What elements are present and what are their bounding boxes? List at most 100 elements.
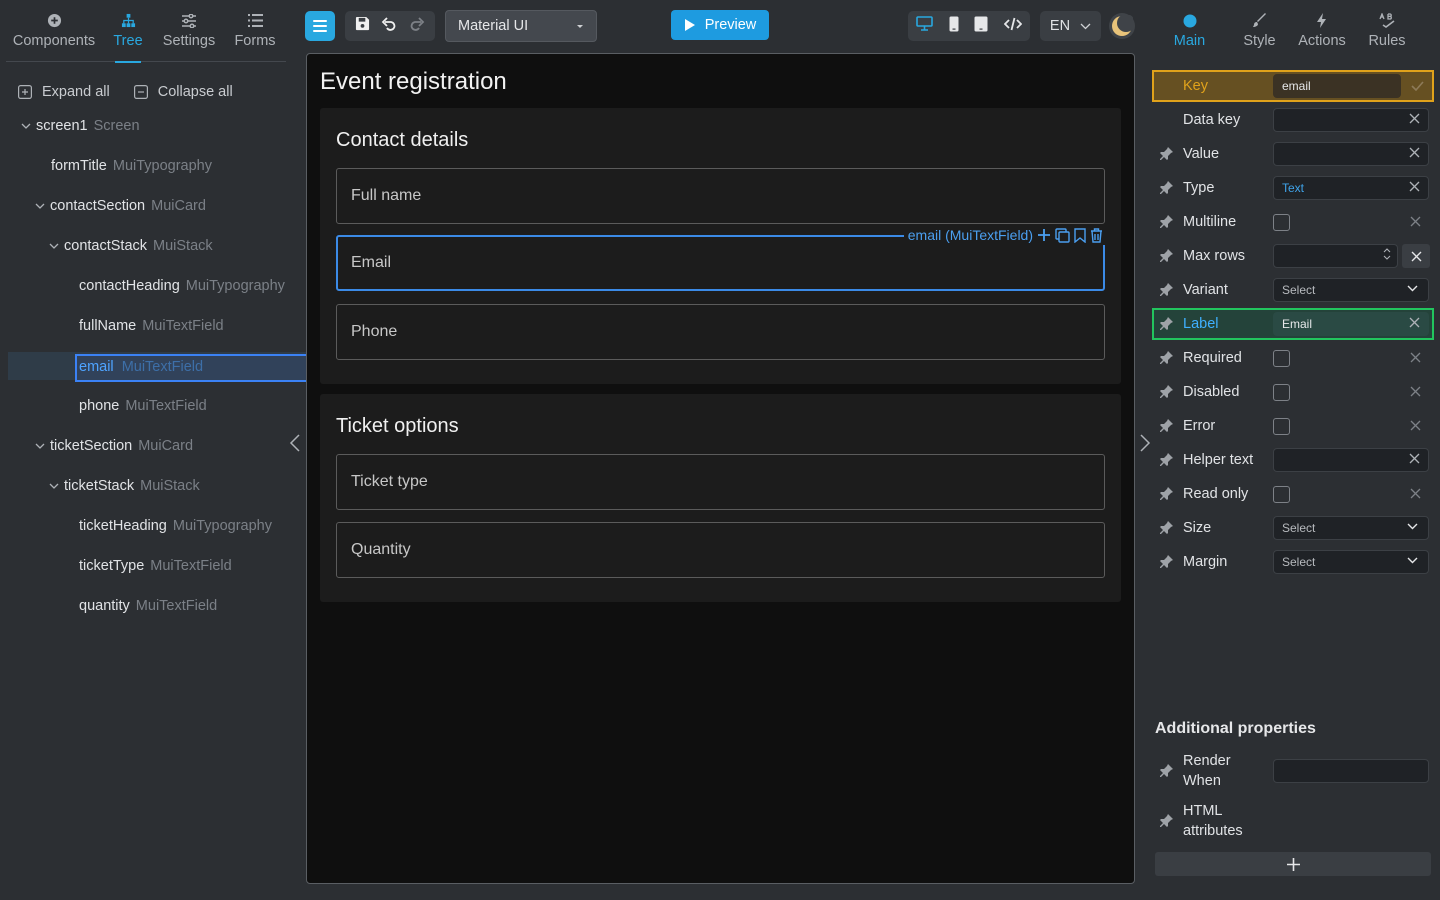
quantity-field[interactable]: Quantity: [336, 522, 1105, 578]
pin-icon[interactable]: [1160, 764, 1173, 777]
pin-icon[interactable]: [1160, 181, 1173, 194]
collapse-right-panel-button[interactable]: [1139, 434, 1151, 457]
max-rows-stepper[interactable]: [1273, 244, 1398, 268]
bookmark-icon[interactable]: [1074, 227, 1086, 243]
tree-item-fullName[interactable]: fullName MuiTextField: [0, 312, 306, 340]
pin-icon[interactable]: [1160, 487, 1173, 500]
tab-style[interactable]: Style: [1232, 0, 1287, 56]
margin-select[interactable]: Select: [1273, 550, 1429, 574]
chevron-down-icon[interactable]: [34, 203, 46, 209]
clear-icon[interactable]: [1410, 386, 1421, 397]
tree-item-ticketStack[interactable]: ticketStack MuiStack: [0, 472, 306, 500]
tree-item-ticketType[interactable]: ticketType MuiTextField: [0, 552, 306, 580]
chevron-down-icon[interactable]: [20, 123, 32, 129]
tree-item-screen1[interactable]: screen1 Screen: [0, 112, 306, 140]
tree-item-contactStack[interactable]: contactStack MuiStack: [0, 232, 306, 260]
pin-icon[interactable]: [1160, 419, 1173, 432]
tab-forms[interactable]: Forms: [224, 0, 286, 62]
tab-tree[interactable]: Tree: [102, 0, 154, 62]
clear-icon[interactable]: [1410, 488, 1421, 499]
expand-all-button[interactable]: Expand all: [18, 84, 110, 100]
render-when-input[interactable]: [1273, 759, 1429, 783]
clear-icon[interactable]: [1410, 352, 1421, 363]
tree-item-contactHeading[interactable]: contactHeading MuiTypography: [0, 272, 306, 300]
pin-icon[interactable]: [1160, 555, 1173, 568]
desktop-view-button[interactable]: [916, 16, 933, 36]
chevron-down-icon[interactable]: [34, 443, 46, 449]
save-button[interactable]: [355, 16, 370, 36]
confirm-key-button[interactable]: [1402, 74, 1432, 98]
read-only-checkbox[interactable]: [1273, 486, 1290, 503]
pin-icon[interactable]: [1160, 814, 1173, 827]
error-checkbox[interactable]: [1273, 418, 1290, 435]
pin-icon[interactable]: [1160, 317, 1173, 330]
size-select[interactable]: Select: [1273, 516, 1429, 540]
pin-icon[interactable]: [1160, 249, 1173, 262]
tree-item-ticketHeading[interactable]: ticketHeading MuiTypography: [0, 512, 306, 540]
pin-icon[interactable]: [1160, 283, 1173, 296]
pin-icon[interactable]: [1160, 521, 1173, 534]
ticket-section-card[interactable]: Ticket options Ticket type Quantity: [320, 394, 1121, 602]
full-name-field[interactable]: Full name: [336, 168, 1105, 224]
collapse-left-panel-button[interactable]: [289, 434, 301, 457]
add-html-attribute-button[interactable]: [1155, 852, 1431, 876]
tablet-view-button[interactable]: [974, 16, 988, 37]
design-canvas[interactable]: Event registration Contact details Full …: [306, 53, 1135, 884]
tab-rules[interactable]: Rules: [1357, 0, 1417, 56]
menu-button[interactable]: [305, 11, 335, 41]
preview-button[interactable]: Preview: [671, 10, 769, 40]
tree-item-email[interactable]: email MuiTextField: [75, 354, 308, 382]
collapse-all-button[interactable]: Collapse all: [133, 84, 233, 100]
clear-icon[interactable]: [1409, 147, 1420, 158]
duplicate-icon[interactable]: [1055, 227, 1070, 243]
pin-icon[interactable]: [1160, 351, 1173, 364]
max-rows-clear-button[interactable]: [1402, 244, 1430, 268]
contact-section-card[interactable]: Contact details Full name Email email (M…: [320, 108, 1121, 384]
pin-icon[interactable]: [1160, 453, 1173, 466]
clear-icon[interactable]: [1409, 317, 1420, 328]
pin-icon[interactable]: [1160, 147, 1173, 160]
helper-text-input[interactable]: [1273, 448, 1429, 472]
ui-library-select[interactable]: Material UI: [445, 10, 597, 42]
clear-icon[interactable]: [1409, 113, 1420, 124]
clear-icon[interactable]: [1409, 453, 1420, 464]
theme-toggle[interactable]: [1109, 13, 1135, 39]
variant-select[interactable]: Select: [1273, 278, 1429, 302]
key-input[interactable]: email: [1273, 74, 1401, 98]
pin-icon[interactable]: [1160, 385, 1173, 398]
phone-field[interactable]: Phone: [336, 304, 1105, 360]
contact-heading[interactable]: Contact details: [336, 129, 468, 152]
tab-components[interactable]: Components: [6, 0, 102, 62]
language-select[interactable]: EN: [1040, 11, 1101, 41]
tree-item-phone[interactable]: phone MuiTextField: [0, 392, 306, 420]
stepper-down-icon[interactable]: [1383, 255, 1391, 261]
undo-button[interactable]: [381, 16, 397, 37]
add-icon[interactable]: [1037, 228, 1051, 242]
tree-item-contactSection[interactable]: contactSection MuiCard: [0, 192, 306, 220]
clear-icon[interactable]: [1410, 216, 1421, 227]
stepper-up-icon[interactable]: [1383, 247, 1391, 253]
form-title[interactable]: Event registration: [320, 68, 507, 96]
tree-item-formTitle[interactable]: formTitle MuiTypography: [0, 152, 306, 180]
ticket-heading[interactable]: Ticket options: [336, 415, 459, 438]
tab-settings[interactable]: Settings: [154, 0, 224, 62]
data-key-input[interactable]: [1273, 108, 1429, 132]
tab-main[interactable]: Main: [1147, 0, 1232, 56]
tab-actions[interactable]: Actions: [1287, 0, 1357, 56]
chevron-down-icon[interactable]: [48, 243, 60, 249]
tree-item-quantity[interactable]: quantity MuiTextField: [0, 592, 306, 620]
type-input[interactable]: Text: [1273, 176, 1429, 200]
pin-icon[interactable]: [1160, 215, 1173, 228]
clear-icon[interactable]: [1410, 420, 1421, 431]
clear-icon[interactable]: [1409, 181, 1420, 192]
mobile-view-button[interactable]: [949, 16, 959, 37]
chevron-down-icon[interactable]: [48, 483, 60, 489]
required-checkbox[interactable]: [1273, 350, 1290, 367]
disabled-checkbox[interactable]: [1273, 384, 1290, 401]
label-input[interactable]: Email: [1273, 312, 1429, 336]
multiline-checkbox[interactable]: [1273, 214, 1290, 231]
delete-icon[interactable]: [1090, 227, 1103, 243]
code-view-button[interactable]: [1003, 17, 1023, 36]
redo-button[interactable]: [409, 16, 425, 37]
value-input[interactable]: [1273, 142, 1429, 166]
